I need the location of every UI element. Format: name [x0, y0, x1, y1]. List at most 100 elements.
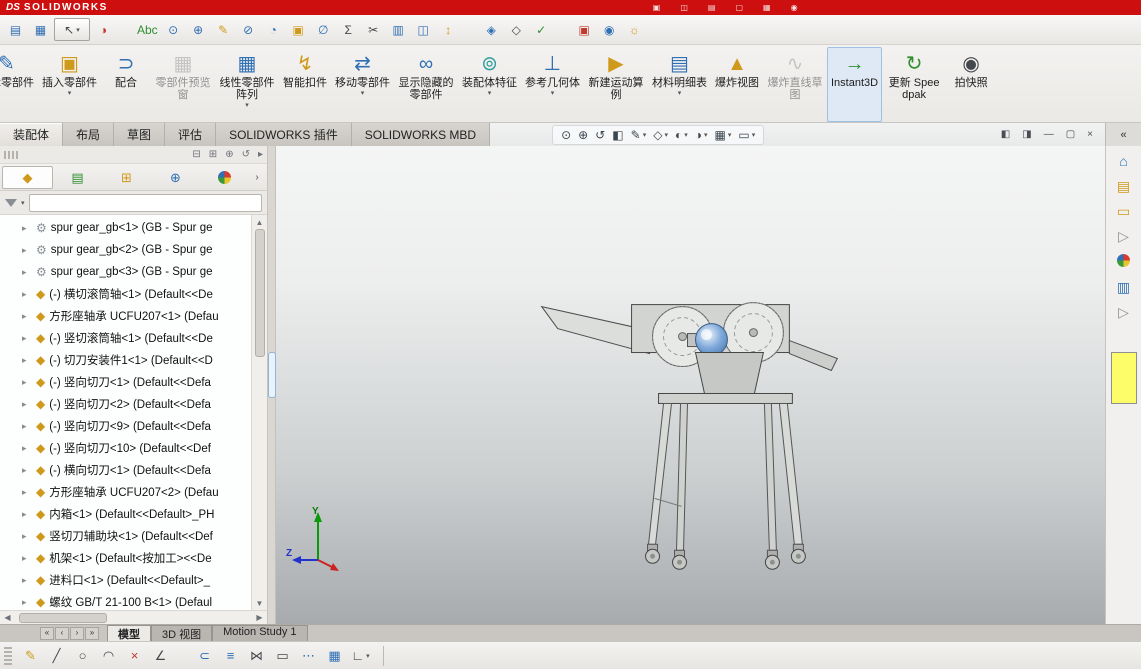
- apply-scene-icon[interactable]: ▦ ▾: [712, 126, 735, 144]
- view-settings-icon[interactable]: ▭ ▾: [735, 126, 758, 144]
- propertymanager-tab[interactable]: ▤: [53, 166, 102, 189]
- expand-all-icon[interactable]: ⊞: [209, 149, 217, 160]
- 3d-views-tab[interactable]: 3D 视图: [151, 625, 213, 641]
- sensors-button[interactable]: ↕ ▾: [437, 18, 460, 41]
- tree-item[interactable]: ▸ ◆ (-) 切刀安装件1<1> (Default<<D: [0, 349, 251, 371]
- expand-arrow-icon[interactable]: ▸: [22, 355, 32, 366]
- reference-triad-button[interactable]: ◈ ▾: [480, 18, 503, 41]
- design-library-button[interactable]: ▤: [1117, 179, 1130, 193]
- assembly-3d-model[interactable]: [276, 146, 1105, 624]
- grid-button[interactable]: ▦ ▾: [323, 644, 346, 667]
- minimize-button[interactable]: —: [1044, 129, 1054, 140]
- equations-button[interactable]: Σ ▾: [337, 18, 360, 41]
- scroll-next-button[interactable]: ›: [70, 626, 84, 640]
- panel-grip[interactable]: [4, 150, 18, 159]
- update-speedpak-button[interactable]: ↻ 更新 Speedpak ▾: [882, 47, 946, 122]
- line-button[interactable]: ╱ ▾: [45, 644, 68, 667]
- scroll-right-button[interactable]: ▶: [252, 613, 267, 622]
- trim-entities-button[interactable]: × ▾: [123, 644, 146, 667]
- file-explorer-button[interactable]: ▭: [1117, 204, 1130, 218]
- tab-sketch[interactable]: 草图: [114, 123, 166, 146]
- new-motion-study-button[interactable]: ▶ 新建运动算例 ▾: [584, 47, 648, 122]
- tree-item[interactable]: ▸ ◆ (-) 竖向切刀<10> (Default<<Def: [0, 437, 251, 459]
- display-style-icon[interactable]: ◇ ▾: [650, 126, 671, 144]
- selection-filter-button[interactable]: ✓ ▾: [530, 18, 553, 41]
- expand-arrow-icon[interactable]: ▸: [22, 597, 32, 608]
- tab-mbd[interactable]: SOLIDWORKS MBD: [351, 123, 491, 146]
- mass-properties-button[interactable]: ▥ ▾: [387, 18, 410, 41]
- previous-pane-button[interactable]: ◧: [1001, 129, 1010, 140]
- taskpane-collapse-button[interactable]: «: [1105, 123, 1141, 146]
- edit-appearance-icon[interactable]: ◑ ▾: [692, 126, 711, 144]
- appearances-button[interactable]: [1116, 254, 1130, 269]
- expand-arrow-icon[interactable]: ▸: [22, 245, 32, 256]
- expand-arrow-icon[interactable]: ▸: [22, 399, 32, 410]
- expand-arrow-icon[interactable]: ▸: [22, 553, 32, 564]
- titlebar-panes-icon[interactable]: ◫: [680, 3, 688, 12]
- scroll-last-button[interactable]: »: [85, 626, 99, 640]
- zoom-area-icon[interactable]: ⊕ ▾: [575, 126, 591, 144]
- display-pane-button[interactable]: ▦ ▾: [29, 18, 52, 41]
- scroll-up-button[interactable]: ▲: [256, 215, 264, 229]
- expand-arrow-icon[interactable]: ▸: [22, 421, 32, 432]
- rollback-icon[interactable]: ↺: [242, 149, 250, 160]
- tab-layout[interactable]: 布局: [63, 123, 115, 146]
- panel-splitter[interactable]: [268, 146, 276, 624]
- tree-item[interactable]: ▸ ◆ 竖切刀辅助块<1> (Default<<Def: [0, 525, 251, 547]
- panel-splitter-handle[interactable]: [268, 351, 276, 398]
- component-preview-button[interactable]: ▦ 零部件预览窗 ▾: [151, 47, 215, 122]
- tree-item[interactable]: ▸ ◆ 进料口<1> (Default<<Default>_: [0, 569, 251, 591]
- trim-button[interactable]: ✂ ▾: [362, 18, 385, 41]
- mate-button[interactable]: ⊃ 配合 ▾: [101, 47, 151, 122]
- titlebar-chart-icon[interactable]: ▦: [763, 3, 771, 12]
- edit-component-button[interactable]: ✎ 编辑零部件 ▾: [0, 47, 38, 122]
- insert-component-button[interactable]: ▣ 插入零部件 ▾: [38, 47, 101, 122]
- arrange-windows-button[interactable]: ▤ ▾: [4, 18, 27, 41]
- bill-of-materials-button[interactable]: ▤ 材料明细表 ▾: [648, 47, 711, 122]
- expand-arrow-icon[interactable]: ▸: [22, 377, 32, 388]
- tree-item[interactable]: ▸ ◆ 机架<1> (Default<按加工><<De: [0, 547, 251, 569]
- measure-button[interactable]: ∅ ▾: [312, 18, 335, 41]
- previous-view-icon[interactable]: ↺ ▾: [592, 126, 608, 144]
- explode-line-sketch-button[interactable]: ∿ 爆炸直线草图 ▾: [763, 47, 827, 122]
- pattern-button[interactable]: ▣ ▾: [287, 18, 310, 41]
- tree-horizontal-scrollbar[interactable]: ◀ ▶: [0, 610, 267, 624]
- assembly-features-button[interactable]: ⊚ 装配体特征 ▾: [458, 47, 521, 122]
- titlebar-window-icon[interactable]: ▣: [653, 3, 661, 12]
- toolbar-grip[interactable]: [4, 646, 12, 665]
- manager-tabs-overflow-button[interactable]: ›: [249, 172, 265, 183]
- expand-arrow-icon[interactable]: ▸: [22, 509, 32, 520]
- options-button[interactable]: ☼ ▾: [623, 18, 646, 41]
- model-tab[interactable]: 模型: [107, 625, 151, 641]
- hide-show-items-icon[interactable]: ◐ ▾: [672, 126, 691, 144]
- tree-item[interactable]: ▸ ◆ (-) 竖切滚筒轴<1> (Default<<De: [0, 327, 251, 349]
- expand-arrow-icon[interactable]: ▸: [22, 575, 32, 586]
- edit-appearance-button[interactable]: ◑ ▾: [92, 18, 115, 41]
- web-help-button[interactable]: ◉ ▾: [598, 18, 621, 41]
- configurationmanager-tab[interactable]: ⊞: [102, 166, 151, 189]
- expand-arrow-icon[interactable]: ▸: [22, 289, 32, 300]
- exploded-view-button[interactable]: ▲ 爆炸视图 ▾: [711, 47, 763, 122]
- scroll-first-button[interactable]: «: [40, 626, 54, 640]
- arc-button[interactable]: ◠ ▾: [97, 644, 120, 667]
- note-button[interactable]: ✎ ▾: [212, 18, 235, 41]
- scrollbar-thumb[interactable]: [19, 612, 107, 623]
- color-swatch[interactable]: [1110, 352, 1137, 404]
- expand-arrow-icon[interactable]: ▸: [22, 223, 32, 234]
- tree-item[interactable]: ▸ ◆ 方形座轴承 UCFU207<1> (Defau: [0, 305, 251, 327]
- restore-button[interactable]: ▢: [1066, 129, 1075, 140]
- offset-entities-button[interactable]: ≡ ▾: [219, 644, 242, 667]
- scroll-down-button[interactable]: ▼: [256, 596, 264, 610]
- move-component-button[interactable]: ⇄ 移动零部件 ▾: [331, 47, 394, 122]
- section-view-icon[interactable]: ◧ ▾: [609, 126, 626, 144]
- custom-properties-button[interactable]: ▥: [1117, 280, 1130, 294]
- expand-arrow-icon[interactable]: ▸: [22, 443, 32, 454]
- smart-dimension-button[interactable]: ∠ ▾: [149, 644, 172, 667]
- graphics-viewport[interactable]: Y Z: [276, 146, 1105, 624]
- convert-entities-button[interactable]: ⊂ ▾: [193, 644, 216, 667]
- sketch-button[interactable]: ✎ ▾: [19, 644, 42, 667]
- tree-item[interactable]: ▸ ◆ 螺纹 GB/T 21-100 B<1> (Defaul: [0, 591, 251, 610]
- mirror-entities-button[interactable]: ⋈ ▾: [245, 644, 268, 667]
- tree-item[interactable]: ▸ ◆ 内箱<1> (Default<<Default>_PH: [0, 503, 251, 525]
- tree-item[interactable]: ▸ ◆ (-) 横向切刀<1> (Default<<Defa: [0, 459, 251, 481]
